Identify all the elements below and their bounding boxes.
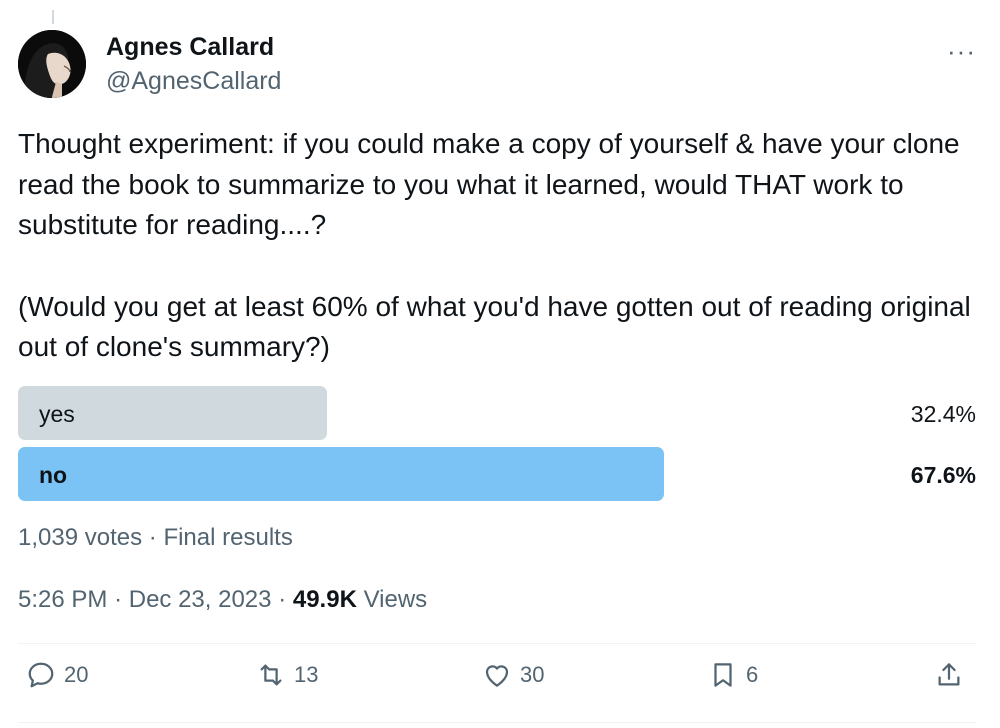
- author-name[interactable]: Agnes Callard: [106, 33, 274, 62]
- poll-option-label: yes: [39, 401, 75, 427]
- divider: [18, 643, 976, 644]
- poll-option-no: no 67.6%: [18, 447, 976, 501]
- poll-option-yes: yes 32.4%: [18, 386, 976, 440]
- share-button[interactable]: [934, 660, 964, 690]
- share-icon: [938, 663, 960, 686]
- thread-line: [52, 10, 54, 24]
- heart-icon: [485, 665, 509, 687]
- like-button[interactable]: 30: [482, 660, 544, 690]
- separator: ·: [278, 586, 293, 613]
- reply-button[interactable]: 20: [26, 660, 88, 690]
- tweet-paragraph: Thought experiment: if you could make a …: [18, 128, 960, 240]
- poll-bar: [18, 447, 664, 501]
- action-bar: 20 13 30 6: [0, 660, 1000, 710]
- views-count: 49.9K: [292, 586, 357, 613]
- poll-votes: 1,039 votes: [18, 524, 143, 551]
- poll-meta: 1,039 votes · Final results: [18, 524, 293, 552]
- tweet-date[interactable]: Dec 23, 2023: [129, 586, 272, 613]
- retweet-icon: [260, 664, 282, 686]
- avatar[interactable]: [18, 30, 86, 98]
- separator: ·: [114, 586, 129, 613]
- retweet-button[interactable]: 13: [256, 660, 318, 690]
- divider: [18, 722, 976, 723]
- tweet-timestamp: 5:26 PM · Dec 23, 2023 · 49.9K Views: [18, 586, 427, 614]
- tweet-time[interactable]: 5:26 PM: [18, 586, 107, 613]
- tweet-paragraph: (Would you get at least 60% of what you'…: [18, 290, 971, 363]
- separator: ·: [148, 524, 164, 551]
- author-handle[interactable]: @AgnesCallard: [106, 67, 281, 96]
- reply-icon: [28, 662, 54, 688]
- tweet-text: Thought experiment: if you could make a …: [18, 124, 978, 368]
- bookmark-button[interactable]: 6: [708, 660, 758, 690]
- more-options-icon[interactable]: ···: [947, 36, 976, 67]
- poll-status: Final results: [163, 524, 293, 551]
- poll-option-percent: 32.4%: [910, 401, 976, 427]
- avatar-portrait: [18, 30, 86, 98]
- bookmark-icon: [714, 663, 732, 687]
- poll-option-label: no: [39, 462, 68, 488]
- poll-option-percent: 67.6%: [910, 462, 976, 488]
- retweet-count: 13: [294, 662, 319, 687]
- reply-count: 20: [64, 662, 89, 687]
- views-label: Views: [363, 586, 428, 613]
- bookmark-count: 6: [746, 662, 759, 687]
- like-count: 30: [520, 662, 545, 687]
